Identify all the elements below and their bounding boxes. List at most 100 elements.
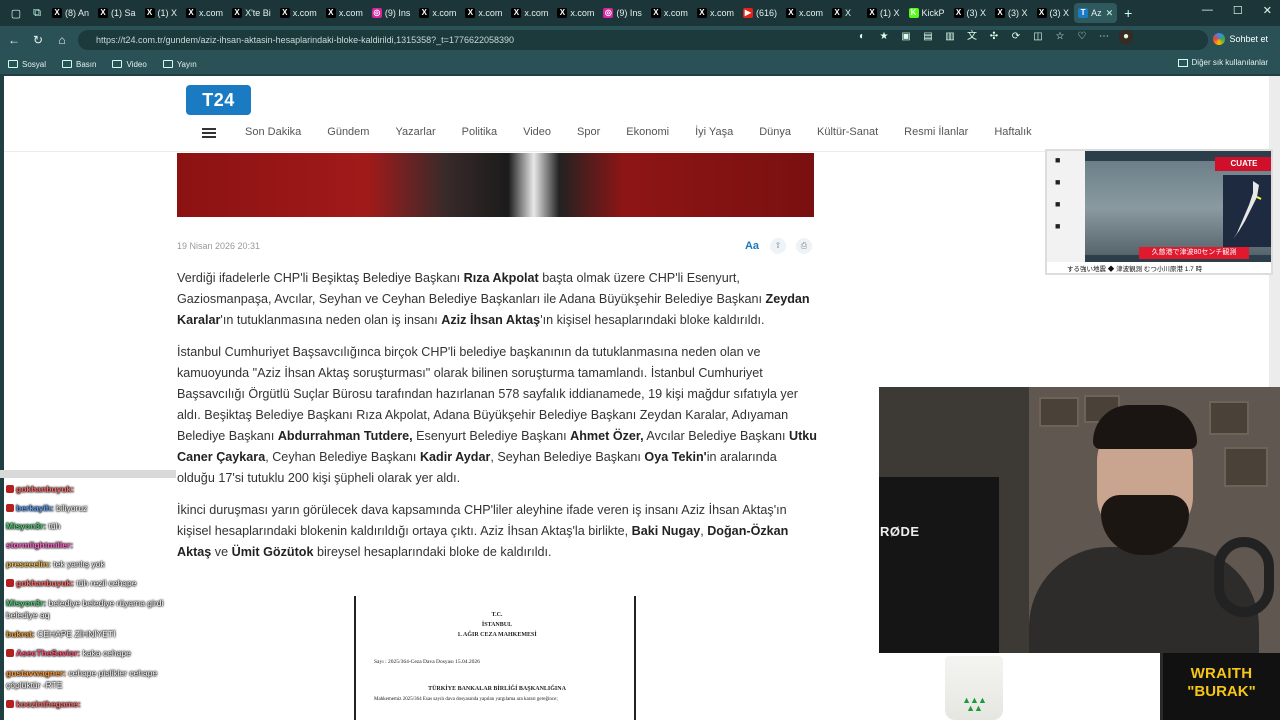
browser-tab[interactable]: X (3) X	[950, 3, 991, 23]
print-icon[interactable]: ⎙	[796, 238, 812, 254]
tab-label: x.com	[570, 8, 595, 18]
nav-item[interactable]: Video	[523, 126, 551, 138]
x-logo-icon: X	[557, 8, 568, 18]
chat-username[interactable]: Misyon3r:	[6, 598, 46, 608]
nav-item[interactable]: Haftalık	[994, 126, 1031, 138]
reader-icon[interactable]: ◐	[855, 30, 869, 44]
chat-username[interactable]: gokhanbuyuk:	[16, 578, 74, 588]
nav-item[interactable]: Ekonomi	[626, 126, 669, 138]
chat-username[interactable]: stormlightmiller:	[6, 540, 73, 550]
browser-tab[interactable]: Xx.com	[647, 3, 692, 23]
profile-avatar[interactable]: ●	[1119, 30, 1133, 44]
browser-tab[interactable]: X (8) An	[48, 3, 93, 23]
chat-username[interactable]: berkayih:	[16, 503, 54, 513]
extension-icon[interactable]: ▤	[921, 30, 935, 44]
maximize-icon[interactable]: ☐	[1233, 4, 1243, 17]
browser-tab[interactable]: ◎ (9) Ins	[368, 3, 415, 23]
x-logo-icon: X	[232, 8, 243, 18]
tv-glyph: ■	[1055, 221, 1061, 231]
browser-tab[interactable]: X (1) Sa	[94, 3, 140, 23]
other-bookmarks[interactable]: Diğer sık kullanılanlar	[1177, 58, 1268, 67]
nav-item[interactable]: Son Dakika	[245, 126, 301, 138]
home-icon[interactable]: ⌂	[50, 33, 74, 47]
doc-line: İSTANBUL	[481, 622, 513, 628]
t24-logo[interactable]: T24	[186, 85, 251, 115]
back-icon[interactable]: ←	[2, 33, 26, 47]
tab-label: x.com	[478, 8, 503, 18]
bookmark-folder[interactable]: Sosyal	[8, 60, 46, 69]
nav-item[interactable]: Resmi İlanlar	[904, 126, 968, 138]
nav-item[interactable]: Dünya	[759, 126, 791, 138]
browser-tab[interactable]: ▶ (616)	[739, 3, 781, 23]
chat-text: kaka cehape	[82, 648, 131, 658]
browser-tab[interactable]: Xx.com	[461, 3, 506, 23]
browser-tab[interactable]: X (1) X	[141, 3, 182, 23]
nav-item[interactable]: Yazarlar	[395, 126, 435, 138]
browser-tab[interactable]: ◎ (9) Ins	[599, 3, 646, 23]
chat-username[interactable]: koozinthegame:	[16, 699, 81, 709]
bookmark-folder[interactable]: Yayın	[162, 59, 197, 69]
browser-tab[interactable]: Xx.com	[507, 3, 552, 23]
browser-tab[interactable]: Xx.com	[322, 3, 367, 23]
browser-tab[interactable]: XX	[828, 3, 862, 23]
bookmark-label: Yayın	[176, 59, 197, 69]
japan-map-icon	[1223, 175, 1271, 247]
nav-item[interactable]: Spor	[577, 126, 600, 138]
translate-icon[interactable]: 文	[965, 30, 979, 44]
chat-username[interactable]: bukrat:	[6, 629, 35, 639]
chat-badge-icon	[6, 700, 14, 708]
browser-tab[interactable]: Xx.com	[693, 3, 738, 23]
copilot-chat-button[interactable]: Sohbet et	[1207, 30, 1274, 48]
window-menu-icon[interactable]: ▢	[6, 4, 26, 22]
favorites-icon[interactable]: ☆	[1053, 30, 1067, 44]
extension-icon[interactable]: ✣	[987, 30, 1001, 44]
minimize-icon[interactable]: —	[1202, 4, 1213, 17]
new-tab-icon[interactable]: +	[1118, 5, 1138, 21]
cup-logo: ▲▲▲ ▲▲	[962, 695, 987, 713]
chat-message: bukrat: CEHAPE ZİHNİYETİ	[6, 629, 116, 639]
reload-icon[interactable]: ↻	[26, 33, 50, 47]
hamburger-menu-icon[interactable]	[202, 128, 216, 138]
doc-line: 1. AĞIR CEZA MAHKEMESİ	[457, 632, 537, 638]
more-icon[interactable]: ⋯	[1097, 30, 1111, 44]
tab-actions-icon[interactable]: ⧉	[27, 4, 47, 22]
browser-tab[interactable]: Xx.com	[782, 3, 827, 23]
toolbar-icons: ◐ ★ ▣ ▤ ▥ 文 ✣ ⟳ ◫ ☆ ♡ ⋯ ●	[855, 30, 1133, 44]
browser-tab[interactable]: Xx.com	[553, 3, 598, 23]
x-logo-icon: X	[696, 8, 707, 18]
nav-item[interactable]: Gündem	[327, 126, 369, 138]
article-body: Verdiği ifadelerle CHP'li Beşiktaş Beled…	[177, 268, 817, 574]
browser-tab[interactable]: X (1) X	[863, 3, 904, 23]
nav-item[interactable]: Politika	[462, 126, 497, 138]
nav-item[interactable]: Kültür-Sanat	[817, 126, 878, 138]
chat-username[interactable]: AsecTheSavior:	[16, 648, 80, 658]
extension-icon[interactable]: ▥	[943, 30, 957, 44]
browser-tab[interactable]: X X'te Bi	[228, 3, 275, 23]
browser-tab[interactable]: X (3) X	[1033, 3, 1074, 23]
browser-tab[interactable]: T Az ✕	[1074, 3, 1118, 23]
font-size-button[interactable]: Aa	[744, 238, 760, 254]
chat-username[interactable]: Misyon3r:	[6, 521, 46, 531]
tv-tsunami-alert: 久慈港で津波80センチ観測	[1139, 247, 1249, 259]
browser-tab[interactable]: K KickP	[905, 3, 949, 23]
browser-tab[interactable]: Xx.com	[276, 3, 321, 23]
favorite-star-icon[interactable]: ★	[877, 30, 891, 44]
chat-username[interactable]: gokhanbuyuk:	[16, 484, 74, 494]
article-paragraph: İstanbul Cumhuriyet Başsavcılığınca birç…	[177, 345, 817, 485]
split-screen-icon[interactable]: ◫	[1031, 30, 1045, 44]
chat-username[interactable]: gustavwagner:	[6, 668, 66, 678]
share-icon[interactable]: ⇧	[770, 238, 786, 254]
bookmark-folder[interactable]: Basın	[62, 60, 96, 69]
refresh-extension-icon[interactable]: ⟳	[1009, 30, 1023, 44]
close-window-icon[interactable]: ✕	[1263, 4, 1272, 17]
close-tab-icon[interactable]: ✕	[1106, 8, 1114, 19]
browser-tab[interactable]: Xx.com	[182, 3, 227, 23]
bookmark-folder[interactable]: Video	[112, 60, 147, 69]
tv-ticker: する強い地震 ◆ 津波観測 むつ小川原港 1.7 時	[1047, 262, 1271, 273]
browser-tab[interactable]: X (3) X	[991, 3, 1032, 23]
nav-item[interactable]: İyi Yaşa	[695, 126, 733, 138]
browser-tab[interactable]: Xx.com	[415, 3, 460, 23]
chat-username[interactable]: preseeelin:	[6, 559, 51, 569]
extension-icon[interactable]: ▣	[899, 30, 913, 44]
collections-icon[interactable]: ♡	[1075, 30, 1089, 44]
